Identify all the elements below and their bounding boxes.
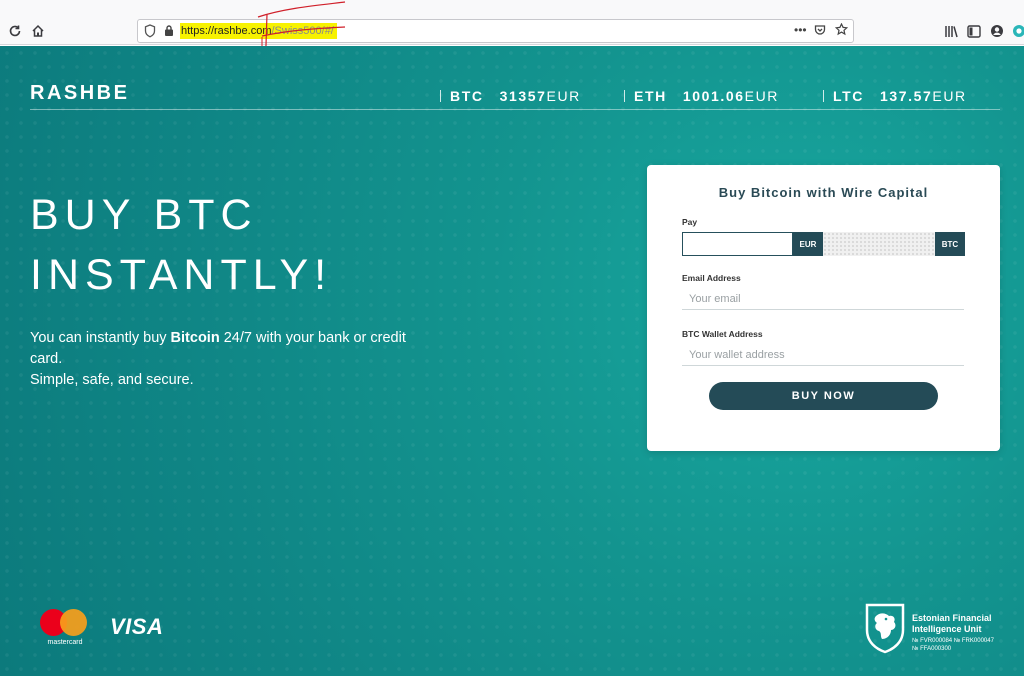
mastercard-logo: mastercard [40,609,88,649]
form-title: Buy Bitcoin with Wire Capital [718,185,929,200]
fiu-name: Estonian Financial Intelligence Unit [912,613,992,634]
mastercard-orange-circle [60,609,87,636]
ticker-symbol: BTC [450,88,484,104]
hero-desc-bold: Bitcoin [170,330,220,346]
hero-desc-text: You can instantly buy [30,330,171,346]
sidebar-icon[interactable] [965,22,983,40]
ticker-divider [624,90,625,102]
ticker-currency: EUR [546,88,581,104]
receive-currency-tag: BTC [935,232,965,256]
ticker-currency: EUR [932,88,967,104]
url-path: /Swiss500/#/ [271,25,334,37]
buy-now-button[interactable]: BUY NOW [709,382,938,410]
hero-desc-tagline: Simple, safe, and secure. [30,372,194,388]
shield-icon[interactable] [144,24,156,43]
extension-icon[interactable] [1010,22,1024,40]
hero-description: You can instantly buy Bitcoin 24/7 with … [30,328,430,391]
hero-title-line-1: BUY BTC [30,191,258,239]
browser-toolbar: https://rashbe.com/Swiss500/#/ ••• [0,0,1024,45]
more-icon[interactable]: ••• [794,23,807,37]
ticker-currency: EUR [744,88,779,104]
ticker-symbol: ETH [634,88,667,104]
fiu-lion-emblem-icon [865,603,905,654]
header-divider [30,109,1000,110]
wallet-label: BTC Wallet Address [682,329,763,339]
email-label: Email Address [682,273,741,283]
buy-form-card: Buy Bitcoin with Wire Capital Pay EUR BT… [647,165,1000,451]
pay-currency-tag: EUR [793,232,823,256]
url-text[interactable]: https://rashbe.com/Swiss500/#/ [180,23,337,39]
account-icon[interactable] [988,22,1006,40]
fiu-registration-1: № FVR000084 № FRK000047 [912,638,994,644]
receive-amount-field [823,232,935,256]
url-bar[interactable]: https://rashbe.com/Swiss500/#/ ••• [137,19,854,43]
ticker-divider [823,90,824,102]
pay-amount-input[interactable] [682,232,793,256]
visa-logo: VISA [110,614,164,639]
mastercard-label: mastercard [47,639,83,646]
page-content: RASHBE BTC 31357 EUR ETH 1001.06 EUR LTC… [0,46,1024,676]
lock-icon[interactable] [164,24,174,42]
ticker-btc: BTC 31357 EUR [440,88,581,104]
ticker-ltc: LTC 137.57 EUR [823,88,967,104]
pay-label: Pay [682,217,698,227]
pocket-icon[interactable] [814,24,826,39]
home-icon[interactable] [29,22,47,40]
ticker-value: 31357 [499,88,547,104]
wallet-address-field[interactable] [682,344,964,366]
ticker-divider [440,90,441,102]
ticker-value: 137.57 [879,88,933,104]
ticker-value: 1001.06 [682,88,745,104]
hero-title-line-2: INSTANTLY! [30,251,333,299]
reload-icon[interactable] [6,22,24,40]
fiu-registration-2: № FFA000300 [912,646,952,652]
ticker-symbol: LTC [833,88,864,104]
library-icon[interactable] [942,22,960,40]
bookmark-star-icon[interactable] [834,22,849,39]
url-host: https://rashbe.com [181,25,272,37]
brand-logo[interactable]: RASHBE [30,82,129,105]
ticker-eth: ETH 1001.06 EUR [624,88,779,104]
email-field[interactable] [682,288,964,310]
